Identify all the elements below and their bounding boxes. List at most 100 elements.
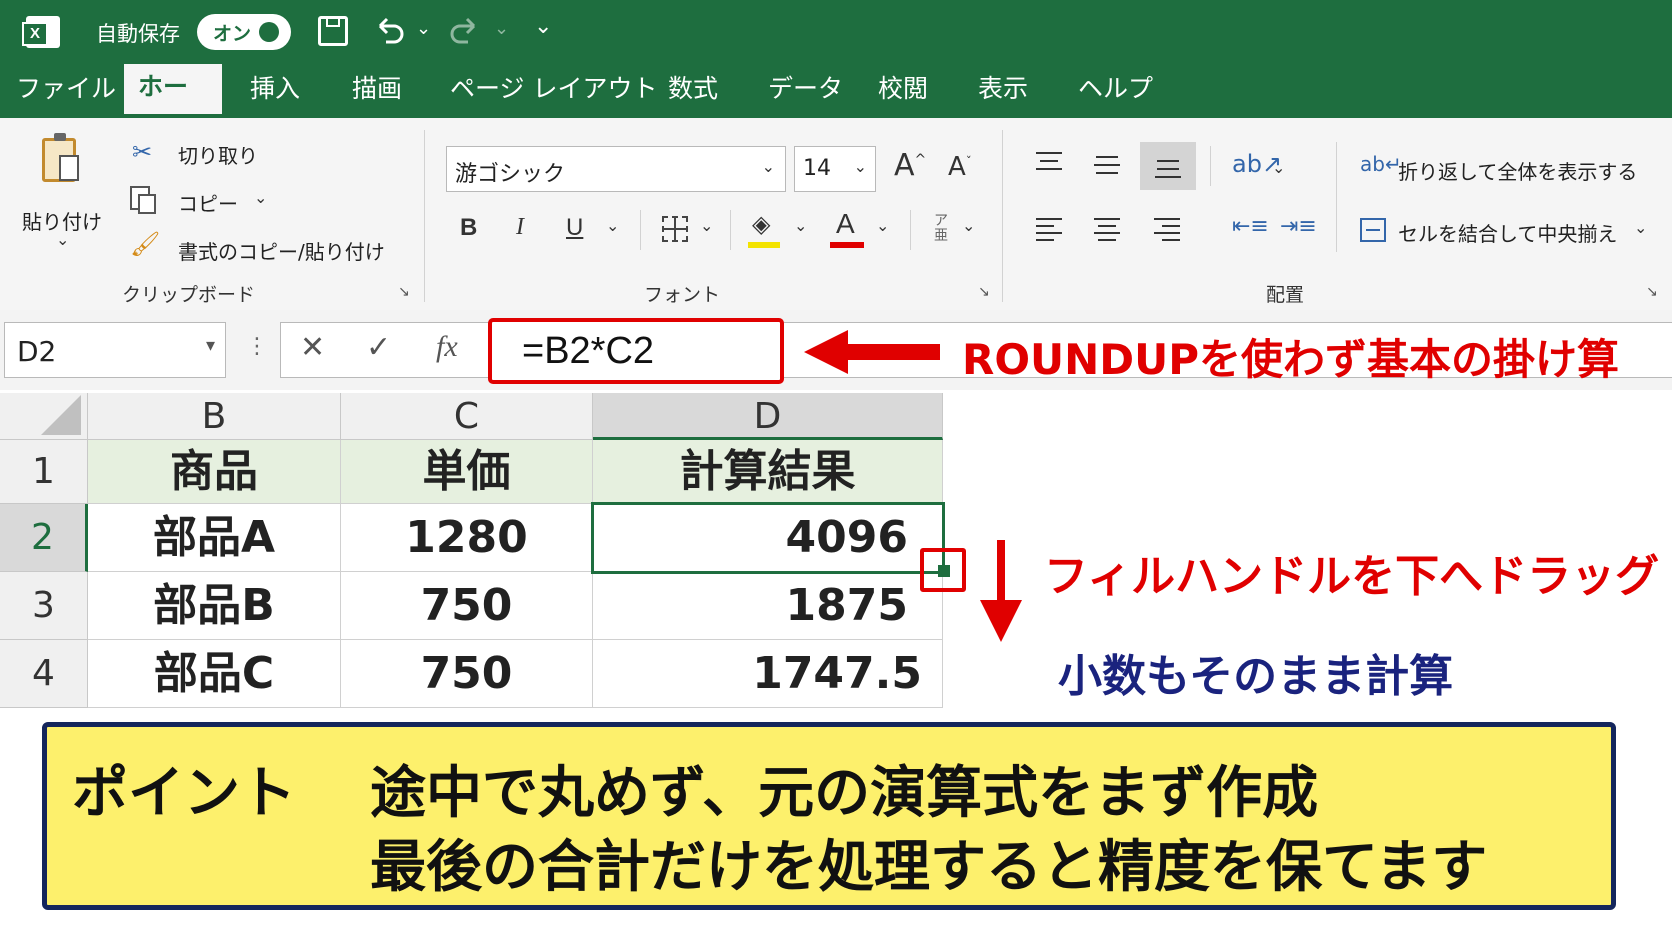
merge-center-button[interactable]: セルを結合して中央揃え — [1398, 218, 1617, 247]
tab-formulas[interactable]: 数式 — [668, 64, 718, 118]
insert-function-icon[interactable]: fx — [436, 330, 458, 364]
redo-icon[interactable] — [448, 14, 482, 48]
clipboard-icon — [42, 133, 79, 182]
align-left-icon[interactable] — [1034, 216, 1064, 244]
increase-font-size-icon[interactable]: A^ — [894, 148, 926, 183]
cut-button[interactable]: 切り取り — [178, 140, 258, 169]
fill-color-icon[interactable]: ◈ — [752, 210, 770, 238]
underline-button[interactable]: U — [566, 214, 583, 242]
column-header-d[interactable]: D — [593, 393, 943, 440]
cell-d4[interactable]: 1747.5 — [593, 640, 943, 708]
tab-home[interactable]: ホーム — [124, 64, 222, 147]
tab-view[interactable]: 表示 — [978, 64, 1028, 118]
tab-review[interactable]: 校閲 — [878, 64, 928, 118]
cell-b4[interactable]: 部品C — [88, 640, 341, 708]
align-bottom-button[interactable] — [1140, 142, 1196, 190]
wrap-text-icon: ab↵ — [1360, 152, 1402, 176]
decrease-indent-icon[interactable]: ⇤≡ — [1232, 214, 1269, 239]
copy-dropdown-icon[interactable]: ⌄ — [254, 188, 267, 207]
ribbon-separator — [640, 210, 641, 250]
clipboard-launcher-icon[interactable]: ↘ — [398, 284, 410, 300]
cell-d1[interactable]: 計算結果 — [593, 440, 943, 504]
tab-help[interactable]: ヘルプ — [1078, 64, 1153, 118]
align-center-icon[interactable] — [1092, 216, 1122, 244]
select-all-corner[interactable] — [0, 393, 88, 440]
font-size-value: 14 — [803, 156, 831, 181]
copy-button[interactable]: コピー — [178, 188, 238, 217]
align-middle-icon[interactable] — [1092, 154, 1122, 178]
ribbon-separator — [1210, 146, 1211, 186]
formula-text: =B2*C2 — [522, 330, 655, 372]
font-color-icon[interactable]: A — [836, 208, 855, 240]
tab-draw[interactable]: 描画 — [352, 64, 402, 118]
tab-page-layout[interactable]: ページ レイアウト — [450, 64, 657, 118]
formula-input[interactable]: =B2*C2 — [488, 318, 784, 384]
merge-center-icon — [1360, 218, 1386, 242]
redo-dropdown-icon[interactable]: ⌄ — [494, 18, 509, 39]
font-color-dropdown-icon[interactable]: ⌄ — [876, 216, 889, 235]
italic-button[interactable]: I — [516, 214, 524, 241]
column-header-c[interactable]: C — [341, 393, 593, 440]
borders-icon[interactable] — [662, 216, 688, 242]
wrap-text-button[interactable]: 折り返して全体を表示する — [1398, 156, 1637, 185]
cell-c4[interactable]: 750 — [341, 640, 593, 708]
row-header-1[interactable]: 1 — [0, 440, 88, 504]
point-line-2: 最後の合計だけを処理すると精度を保てます — [370, 835, 1488, 900]
undo-dropdown-icon[interactable]: ⌄ — [416, 18, 431, 39]
more-options-icon[interactable]: ⋮ — [246, 334, 268, 359]
enter-icon[interactable]: ✓ — [366, 330, 391, 365]
align-top-icon[interactable] — [1034, 150, 1064, 174]
chevron-down-icon: ▾ — [205, 335, 215, 356]
paste-dropdown-icon: ⌄ — [56, 230, 70, 249]
align-right-icon[interactable] — [1152, 216, 1182, 244]
undo-icon[interactable] — [372, 14, 406, 48]
fill-handle[interactable] — [920, 548, 966, 592]
decrease-font-size-icon[interactable]: Aˇ — [948, 152, 972, 182]
tab-insert[interactable]: 挿入 — [250, 64, 300, 118]
font-size-select[interactable]: 14 ⌄ — [794, 146, 876, 192]
name-box[interactable]: D2 ▾ — [4, 322, 226, 378]
customize-toolbar-icon[interactable]: ⌄ — [534, 14, 552, 39]
cell-b2[interactable]: 部品A — [88, 504, 341, 572]
fill-color-dropdown-icon[interactable]: ⌄ — [794, 216, 807, 235]
cell-b1[interactable]: 商品 — [88, 440, 341, 504]
phonetic-dropdown-icon[interactable]: ⌄ — [962, 216, 975, 235]
autosave-toggle-label: オン — [213, 23, 252, 45]
paste-button[interactable]: 貼り付け ⌄ — [18, 133, 110, 254]
chevron-down-icon: ⌄ — [853, 157, 867, 176]
merge-dropdown-icon[interactable]: ⌄ — [1634, 218, 1647, 237]
increase-indent-icon[interactable]: ⇥≡ — [1280, 214, 1317, 239]
cell-d3[interactable]: 1875 — [593, 572, 943, 640]
tab-data[interactable]: データ — [768, 64, 843, 118]
font-group-label: フォント — [644, 284, 721, 306]
save-icon[interactable] — [318, 16, 348, 46]
cell-c1[interactable]: 単価 — [341, 440, 593, 504]
formula-annotation: ROUNDUPを使わず基本の掛け算 — [962, 335, 1620, 384]
font-name-select[interactable]: 游ゴシック ⌄ — [446, 146, 786, 192]
phonetic-guide-icon[interactable]: ア亜 — [934, 214, 948, 244]
autosave-toggle[interactable]: オン — [197, 14, 291, 50]
ribbon-separator — [1002, 130, 1003, 302]
decimal-annotation: 小数もそのまま計算 — [1058, 651, 1454, 702]
row-header-4[interactable]: 4 — [0, 640, 88, 708]
cancel-icon[interactable]: ✕ — [300, 330, 325, 365]
alignment-launcher-icon[interactable]: ↘ — [1646, 284, 1658, 300]
font-launcher-icon[interactable]: ↘ — [978, 284, 990, 300]
orientation-dropdown-icon[interactable]: ⌄ — [1272, 158, 1285, 177]
fill-color-bar — [748, 242, 780, 248]
clipboard-group-label: クリップボード — [122, 284, 256, 306]
cell-c3[interactable]: 750 — [341, 572, 593, 640]
copy-icon — [130, 186, 156, 214]
row-header-2[interactable]: 2 — [0, 504, 88, 572]
cell-b3[interactable]: 部品B — [88, 572, 341, 640]
column-header-b[interactable]: B — [88, 393, 341, 440]
row-header-3[interactable]: 3 — [0, 572, 88, 640]
active-cell-border — [591, 502, 945, 574]
borders-dropdown-icon[interactable]: ⌄ — [700, 216, 713, 235]
tab-file[interactable]: ファイル — [16, 64, 116, 118]
bold-button[interactable]: B — [460, 214, 477, 242]
arrow-left-icon — [804, 330, 940, 374]
underline-dropdown-icon[interactable]: ⌄ — [606, 216, 619, 235]
cell-c2[interactable]: 1280 — [341, 504, 593, 572]
format-painter-button[interactable]: 書式のコピー/貼り付け — [178, 236, 385, 265]
